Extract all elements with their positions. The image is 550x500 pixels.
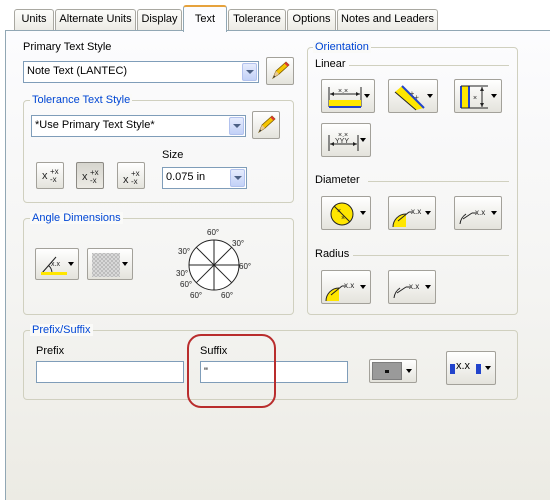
radius-icon: x.x [393, 282, 419, 299]
tolerance-stack-style-1-button[interactable]: x +x -x [36, 162, 64, 189]
tolerance-size-value: 0.075 in [166, 171, 206, 183]
stacked-tolerance-icon: x +x -x [123, 169, 140, 186]
stacked-tolerance-icon: x +x -x [42, 167, 59, 184]
orientation-title: Orientation [313, 41, 371, 53]
tab-alternate-units[interactable]: Alternate Units [55, 9, 136, 30]
edit-primary-text-style-button[interactable] [266, 57, 294, 85]
chevron-down-icon[interactable] [230, 169, 245, 187]
primary-text-style-value: Note Text (LANTEC) [27, 65, 128, 77]
stacked-tolerance-icon: x +x -x [82, 168, 99, 185]
glyph-text: x.x [409, 282, 419, 291]
svg-text:x.x: x.x [51, 261, 60, 268]
tab-strip: Units Alternate Units Display Text Toler… [0, 0, 550, 32]
diameter-style-2-button[interactable]: x.x [388, 196, 436, 230]
glyph-text: x.x [475, 208, 485, 217]
pencil-icon [258, 115, 276, 134]
prefix-suffix-title: Prefix/Suffix [30, 324, 93, 336]
tolerance-text-style-value: *Use Primary Text Style* [35, 119, 155, 131]
radius-style-1-button[interactable]: x.x [321, 270, 371, 304]
angle-orientation-button[interactable]: x.x [35, 248, 79, 280]
diameter-label: Diameter [315, 174, 360, 186]
diameter-icon: x.x [392, 207, 421, 228]
angle-fill-button[interactable] [87, 248, 133, 280]
radius-style-2-button[interactable]: x.x [388, 270, 436, 304]
tab-options[interactable]: Options [287, 9, 336, 30]
prefix-suffix-position-button[interactable]: x.x [446, 351, 496, 385]
glyph-text: ×.× [338, 88, 348, 95]
linear-vertical-icon: × [460, 85, 488, 109]
tab-units[interactable]: Units [14, 9, 54, 30]
tolerance-text-style-select[interactable]: *Use Primary Text Style* [31, 115, 246, 137]
linear-separator [349, 65, 509, 66]
xx-label: x.x [456, 360, 471, 372]
radius-label: Radius [315, 248, 350, 260]
svg-text:-x: -x [90, 176, 97, 185]
blue-marker-icon [450, 364, 455, 374]
dial-label: 30° [232, 239, 244, 248]
angle-dimensions-title: Angle Dimensions [30, 212, 123, 224]
svg-text:x: x [42, 170, 48, 182]
diameter-icon: × × [330, 202, 354, 226]
dial-label: 30° [176, 269, 188, 278]
chevron-down-icon[interactable] [229, 117, 244, 135]
tab-display[interactable]: Display [137, 9, 182, 30]
svg-text:-x: -x [131, 177, 138, 186]
tab-text[interactable]: Text [183, 5, 227, 32]
dial-label: 60° [207, 228, 219, 237]
angle-dial-icon: 60° 30° 30° 60° 30° 60° 60° 60° [176, 228, 251, 300]
svg-text:×: × [337, 208, 341, 215]
tolerance-text-style-title: Tolerance Text Style [30, 94, 133, 106]
glyph-text: x.x [344, 281, 354, 290]
svg-text:-x: -x [50, 175, 57, 184]
diameter-icon: x.x [459, 208, 485, 225]
diameter-separator [368, 181, 509, 182]
svg-text:×: × [341, 215, 345, 222]
primary-text-style-select[interactable]: Note Text (LANTEC) [23, 61, 259, 83]
svg-text:×: × [473, 95, 477, 102]
dial-label: 60° [239, 262, 251, 271]
pencil-icon [272, 61, 290, 80]
tolerance-size-select[interactable]: 0.075 in [162, 167, 247, 189]
glyph-text: x.x [411, 207, 421, 216]
diameter-style-1-button[interactable]: × × [321, 196, 371, 230]
svg-text:YYY: YYY [335, 138, 349, 145]
edit-tolerance-text-style-button[interactable] [252, 111, 280, 139]
tab-notes-and-leaders[interactable]: Notes and Leaders [337, 9, 438, 30]
size-label: Size [162, 149, 184, 161]
dial-label: 30° [178, 247, 190, 256]
dial-label: 60° [221, 291, 233, 300]
linear-label: Linear [315, 58, 346, 70]
chevron-down-icon[interactable] [242, 63, 257, 81]
linear-aligned-icon: ×.× [394, 85, 425, 111]
tolerance-stack-style-3-button[interactable]: x +x -x [117, 162, 145, 189]
radius-separator [353, 255, 509, 256]
checker-pattern-icon [92, 253, 120, 277]
svg-text:x: x [82, 171, 88, 183]
suffix-annotation-circle [187, 334, 276, 408]
linear-stacked-icon: ×.× YYY [328, 132, 359, 151]
linear-aligned-button[interactable]: ×.× [388, 79, 438, 113]
dial-label: 60° [190, 291, 202, 300]
blue-marker-icon [476, 364, 481, 374]
dot-icon [385, 370, 389, 373]
suffix-symbol-button[interactable] [369, 359, 417, 383]
primary-text-style-label: Primary Text Style [23, 41, 112, 53]
prefix-input[interactable] [36, 361, 184, 383]
linear-vertical-button[interactable]: × [454, 79, 502, 113]
prefix-label: Prefix [36, 345, 65, 357]
linear-horizontal-icon: ×.× [328, 87, 362, 108]
tolerance-stack-style-2-button[interactable]: x +x -x [76, 162, 104, 189]
diameter-style-3-button[interactable]: x.x [454, 196, 502, 230]
radius-icon: x.x [325, 281, 354, 302]
linear-stacked-button[interactable]: ×.× YYY [321, 123, 371, 157]
dial-label: 60° [180, 280, 192, 289]
linear-horizontal-button[interactable]: ×.× [321, 79, 375, 113]
svg-text:x: x [123, 174, 129, 186]
angle-dimension-icon: x.x [41, 256, 67, 275]
tab-tolerance[interactable]: Tolerance [228, 9, 286, 30]
